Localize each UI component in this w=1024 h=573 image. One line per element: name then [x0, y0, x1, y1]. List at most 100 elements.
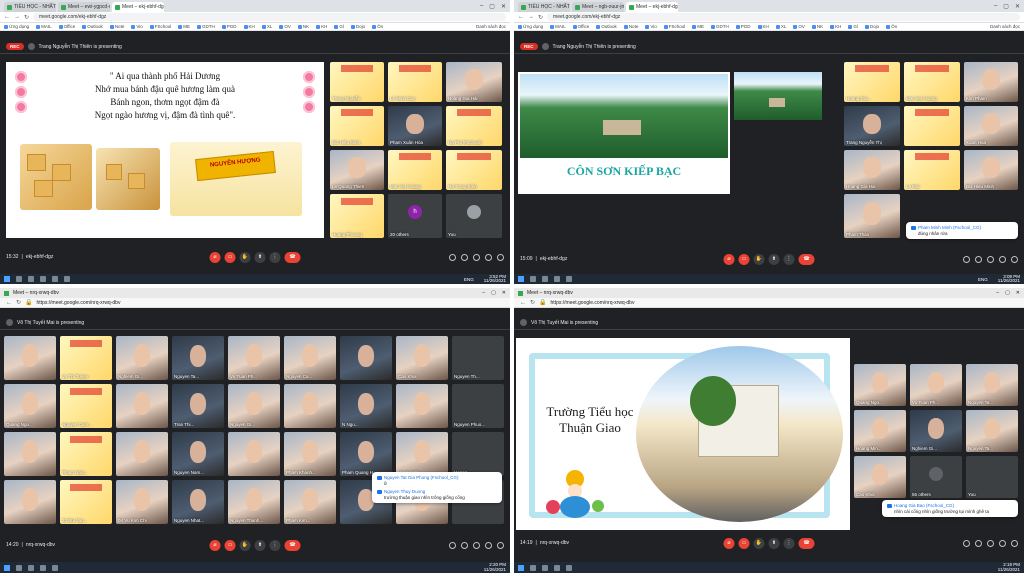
language-indicator[interactable]: ENG [464, 277, 474, 282]
bookmark-item[interactable]: Gl [848, 24, 858, 29]
raise-hand-icon[interactable]: ✋ [239, 251, 251, 263]
close-icon[interactable]: ✕ [1015, 3, 1020, 10]
folder-icon[interactable] [554, 276, 560, 282]
windows-start-icon[interactable] [518, 564, 524, 571]
browser-tab-active[interactable]: Meet – nrq-xrwq-dbv [13, 290, 59, 296]
browser-tab-active[interactable]: Meet – nrq-xrwq-dbv [527, 290, 573, 296]
present-icon[interactable]: ⬆ [254, 251, 266, 263]
mic-off-icon[interactable]: ⌀ [209, 251, 221, 263]
more-options-icon[interactable]: ⋮ [783, 537, 795, 549]
participant-tile[interactable]: Pham Kim... [284, 480, 336, 524]
participant-tile[interactable] [4, 432, 56, 476]
search-icon[interactable] [16, 276, 22, 282]
activities-icon[interactable] [485, 253, 492, 261]
lock-icon[interactable] [497, 541, 504, 549]
participant-tile[interactable]: Lê Minh Duy [388, 62, 442, 102]
url-field[interactable]: https://meet.google.com/nrq-xrwq-dbv [37, 300, 121, 306]
participant-tile[interactable]: Hoang Gia Hai [844, 150, 900, 190]
word-icon[interactable] [52, 276, 58, 282]
self-tile[interactable]: You [446, 194, 502, 238]
search-icon[interactable] [530, 276, 536, 282]
url-field[interactable]: meet.google.com/ekj-ebhf-dgz [33, 13, 506, 21]
people-icon[interactable] [975, 255, 982, 263]
participant-tile[interactable]: Hà Trung Kiên [446, 150, 502, 190]
participant-tile[interactable]: Hoang... [452, 432, 504, 476]
windows-start-icon[interactable] [518, 276, 524, 282]
bookmark-item[interactable]: XL [261, 24, 272, 29]
people-icon[interactable] [975, 539, 982, 547]
reload-icon[interactable]: ↻ [24, 14, 29, 21]
reload-icon[interactable]: ↻ [16, 299, 21, 306]
bookmark-item[interactable]: PGD [735, 24, 751, 29]
back-icon[interactable]: ← [518, 14, 524, 20]
participant-tile[interactable]: Hoàng Gia Hải [446, 62, 502, 102]
bookmark-item[interactable]: XL [775, 24, 786, 29]
bookmark-item[interactable]: OV [279, 24, 291, 29]
participant-tile[interactable]: Trang Nguyễn Thị [844, 106, 900, 146]
participant-tile[interactable]: Nguyen Ta... [172, 336, 224, 380]
participant-tile[interactable] [284, 384, 336, 428]
raise-hand-icon[interactable]: ✋ [753, 537, 765, 549]
participant-tile[interactable]: Cao Khoi [396, 336, 448, 380]
url-field[interactable]: meet.google.com/ekj-ebhf-dgz [547, 13, 1020, 21]
chat-icon[interactable] [987, 539, 994, 547]
participant-tile[interactable]: Xuan Hoa [964, 106, 1018, 146]
participant-tile[interactable] [340, 336, 392, 380]
reload-icon[interactable]: ↻ [530, 299, 535, 306]
bookmark-item[interactable]: NK [297, 24, 309, 29]
maximize-icon[interactable]: ▢ [1003, 3, 1009, 10]
present-icon[interactable]: ⬆ [254, 539, 266, 551]
back-icon[interactable]: ← [6, 300, 12, 306]
windows-start-icon[interactable] [4, 564, 10, 571]
end-call-button[interactable]: ☎ [798, 537, 815, 549]
more-options-icon[interactable]: ⋮ [783, 253, 795, 265]
end-call-button[interactable]: ☎ [798, 253, 815, 265]
participant-tile[interactable]: Nghiem Gi... [116, 336, 168, 380]
participant-tile[interactable]: Mai Viet Hoang [388, 150, 442, 190]
info-icon[interactable] [449, 253, 456, 261]
participant-tile[interactable]: Nguyen Thanh... [228, 480, 280, 524]
bookmark-item[interactable]: MAIL [550, 24, 566, 29]
participant-tile[interactable] [4, 480, 56, 524]
participant-tile[interactable]: Vu Tuan Ph... [228, 336, 280, 380]
bookmark-item[interactable]: KH [757, 24, 769, 29]
minimize-icon[interactable]: – [480, 3, 483, 10]
participant-tile[interactable] [904, 106, 960, 146]
bookmark-item[interactable]: NK [811, 24, 823, 29]
info-icon[interactable] [963, 255, 970, 263]
participant-tile[interactable]: Hà Phi (Fschool) [446, 106, 502, 146]
participant-tile[interactable]: Hoang Phuong [330, 194, 384, 238]
excel-icon[interactable] [64, 276, 70, 282]
bookmark-item[interactable]: Dojo [350, 24, 365, 29]
camera-off-icon[interactable]: ▭ [224, 539, 236, 551]
participant-tile[interactable]: Le Quang Thien [330, 150, 384, 190]
reading-list-link[interactable]: Danh sách đọc [990, 24, 1020, 29]
windows-start-icon[interactable] [4, 276, 10, 282]
participant-tile[interactable] [116, 432, 168, 476]
browser-tab[interactable]: TIỂU HỌC - NHẤT KÍ CHỦ NHIỆM [4, 2, 56, 12]
bookmark-item[interactable]: OV [793, 24, 805, 29]
bookmark-item[interactable]: Office [58, 24, 75, 29]
mic-off-icon[interactable]: ⌀ [209, 539, 221, 551]
bookmark-item[interactable]: PGD [221, 24, 237, 29]
raise-hand-icon[interactable]: ✋ [753, 253, 765, 265]
forward-icon[interactable]: → [14, 14, 20, 20]
present-icon[interactable]: ⬆ [768, 537, 780, 549]
participant-tile[interactable]: 32 Bui Van... [60, 480, 112, 524]
bookmark-item[interactable]: Ôn [886, 24, 897, 29]
people-icon[interactable] [461, 253, 468, 261]
chrome-icon[interactable] [28, 276, 34, 282]
bookmark-item[interactable]: ME [692, 24, 704, 29]
bookmark-item[interactable]: GDTH [197, 24, 215, 29]
bookmark-item[interactable]: KH [830, 24, 841, 29]
system-clock[interactable]: 3:52 PM 11/26/2021 [484, 274, 506, 284]
store-icon[interactable] [566, 564, 572, 571]
bookmark-item[interactable]: Ứng dụng [4, 24, 29, 29]
close-icon[interactable]: ✕ [502, 290, 506, 296]
participant-tile[interactable]: Nguyen Nhat... [172, 480, 224, 524]
info-icon[interactable] [963, 539, 970, 547]
participant-tile[interactable]: Hoang Min... [854, 410, 906, 452]
chat-notification[interactable]: Nguyen Tat Gia Phong (Fschool_CG) ữ Nguy… [372, 472, 502, 503]
folder-icon[interactable] [554, 564, 560, 571]
bookmark-item[interactable]: Outlook [82, 24, 103, 29]
